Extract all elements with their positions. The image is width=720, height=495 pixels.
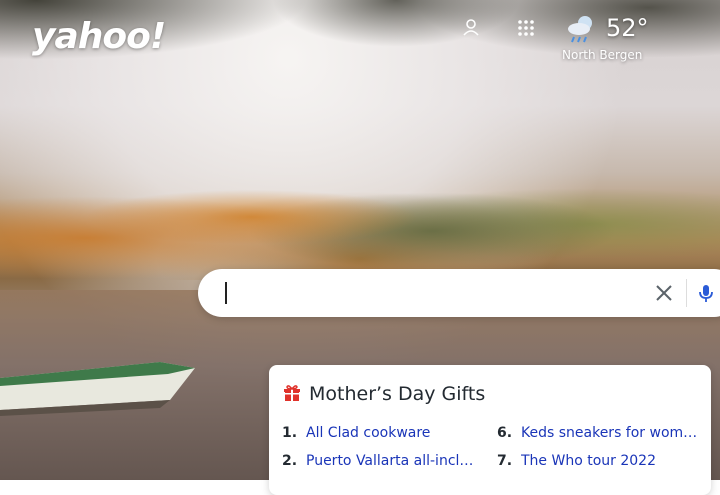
weather-temperature: 52° [606, 14, 649, 42]
profile-icon[interactable] [461, 18, 481, 38]
search-box[interactable] [198, 269, 720, 317]
microphone-icon[interactable] [696, 283, 716, 303]
text-caret [225, 282, 227, 304]
close-icon[interactable] [654, 283, 674, 303]
trending-item-1[interactable]: 1. All Clad cookware [282, 425, 486, 441]
background-boat [0, 362, 195, 416]
rain-cloud-icon [568, 16, 592, 43]
trending-item-7[interactable]: 7. The Who tour 2022 [497, 453, 701, 469]
search-input[interactable] [222, 277, 646, 311]
weather-location: North Bergen [562, 48, 643, 62]
yahoo-logo[interactable]: yahoo! [32, 16, 166, 57]
weather-widget[interactable]: 52° North Bergen [562, 12, 662, 62]
trending-item-6[interactable]: 6. Keds sneakers for wom… [497, 425, 701, 441]
background-trees [0, 140, 720, 280]
trending-title: Mother’s Day Gifts [309, 383, 486, 405]
search-divider [686, 279, 687, 307]
trending-card: Mother’s Day Gifts 1. All Clad cookware 2… [269, 365, 711, 495]
apps-grid-icon[interactable] [516, 18, 536, 38]
gift-icon [284, 385, 300, 401]
trending-item-2[interactable]: 2. Puerto Vallarta all-incl… [282, 453, 486, 469]
